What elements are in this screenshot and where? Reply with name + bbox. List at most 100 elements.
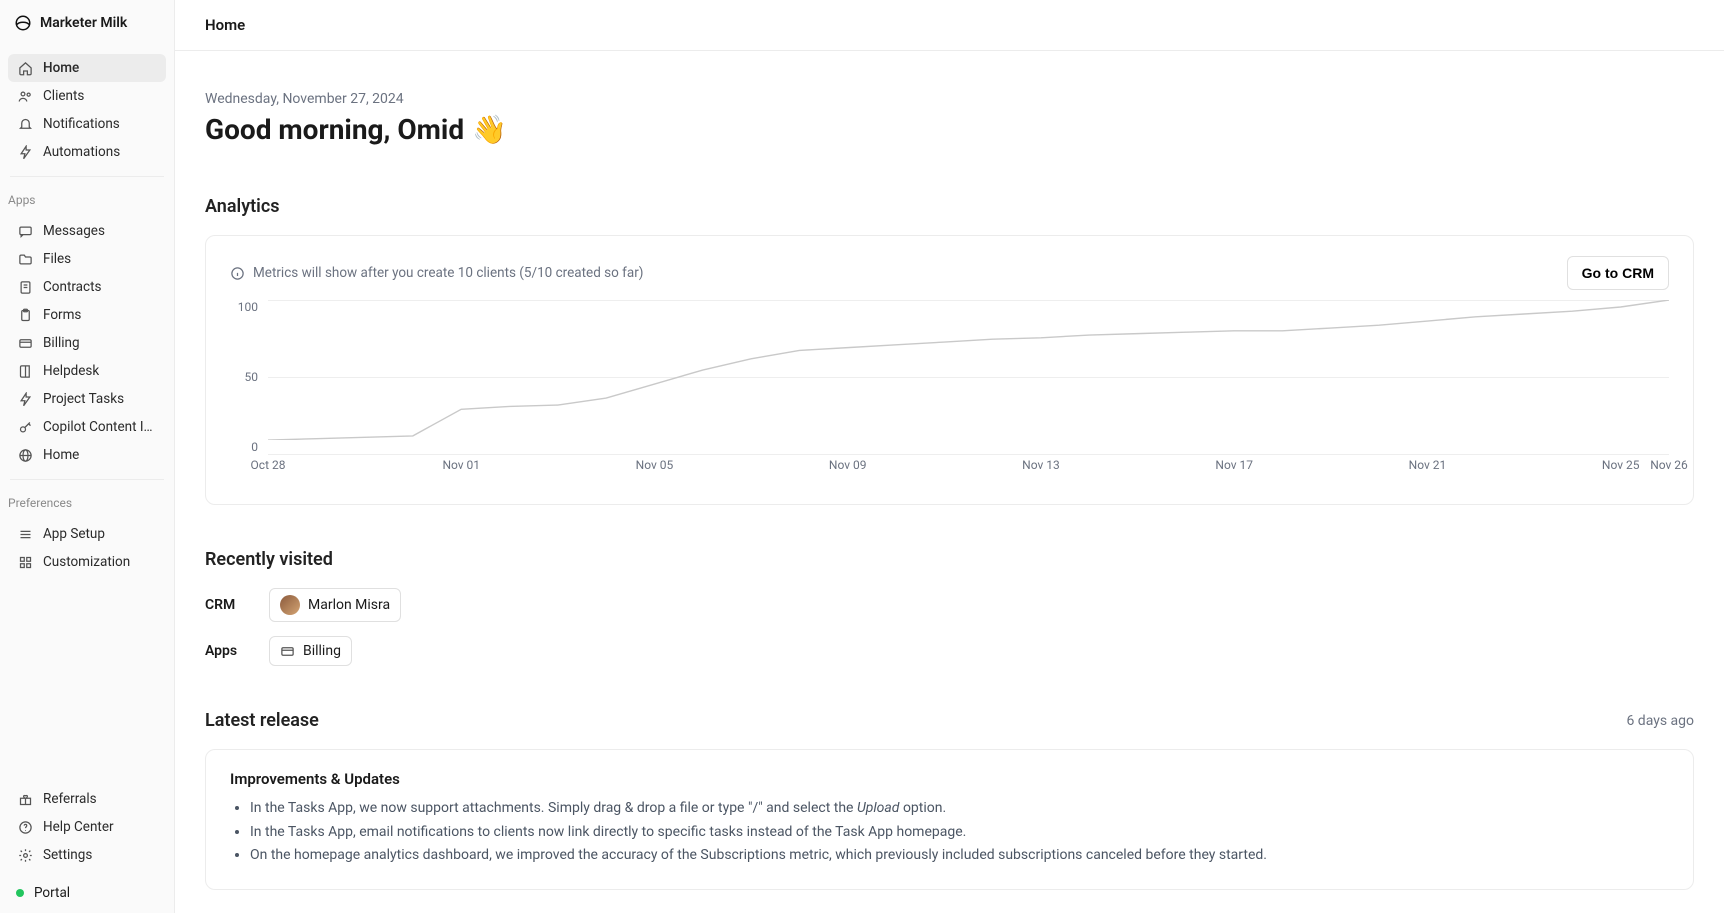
sidebar: Marketer Milk Home Clients Notifications Au…: [0, 0, 175, 913]
analytics-info-text: Metrics will show after you create 10 cl…: [253, 265, 643, 281]
chart-xtick: Nov 01: [442, 458, 480, 472]
list-icon: [18, 527, 33, 542]
date-text: Wednesday, November 27, 2024: [205, 91, 1694, 107]
chart-gridline: [268, 454, 1669, 455]
sidebar-item-prefs-0[interactable]: App Setup: [8, 520, 166, 548]
sidebar-item-label: Forms: [43, 307, 81, 323]
chart-xtick: Oct 28: [251, 458, 286, 472]
sidebar-item-main-3[interactable]: Automations: [8, 138, 166, 166]
release-bullet: In the Tasks App, email notifications to…: [250, 822, 1669, 844]
brand-logo-icon: [14, 14, 32, 32]
help-icon: [18, 820, 33, 835]
analytics-title: Analytics: [205, 196, 1694, 217]
chart-xtick: Nov 17: [1215, 458, 1253, 472]
greeting-text: Good morning, Omid: [205, 113, 464, 146]
main: Home Wednesday, November 27, 2024 Good m…: [175, 0, 1724, 913]
recently-apps-label: Apps: [205, 643, 249, 659]
sidebar-item-prefs-1[interactable]: Customization: [8, 548, 166, 576]
release-heading: Improvements & Updates: [230, 770, 1669, 788]
recently-crm-label: CRM: [205, 597, 249, 613]
sidebar-item-label: Copilot Content Ideat...: [43, 419, 156, 435]
release-header: Latest release 6 days ago: [205, 710, 1694, 731]
sidebar-item-apps-1[interactable]: Files: [8, 245, 166, 273]
topbar: Home: [175, 0, 1724, 51]
release-title: Latest release: [205, 710, 319, 731]
sidebar-item-label: Home: [43, 60, 79, 76]
recently-crm-row: CRM Marlon Misra: [205, 588, 1694, 622]
card-icon: [280, 644, 295, 659]
sidebar-item-apps-6[interactable]: Project Tasks: [8, 385, 166, 413]
sidebar-item-label: Automations: [43, 144, 120, 160]
sidebar-item-label: Contracts: [43, 279, 101, 295]
release-ago: 6 days ago: [1626, 713, 1694, 729]
chart-ytick: 50: [230, 370, 258, 384]
sidebar-item-main-0[interactable]: Home: [8, 54, 166, 82]
sidebar-item-apps-8[interactable]: Home: [8, 441, 166, 469]
chart-ytick: 0: [230, 440, 258, 454]
nav-footer: Referrals Help Center Settings: [0, 781, 174, 873]
nav-apps-label: Apps: [0, 183, 174, 213]
sidebar-item-footer-0[interactable]: Referrals: [8, 785, 166, 813]
release-list: In the Tasks App, we now support attachm…: [230, 798, 1669, 867]
release-bullet: On the homepage analytics dashboard, we …: [250, 845, 1669, 867]
chart-xtick: Nov 05: [636, 458, 674, 472]
sidebar-item-label: Messages: [43, 223, 105, 239]
key-icon: [18, 420, 33, 435]
greeting: Good morning, Omid 👋: [205, 113, 1694, 146]
sidebar-item-footer-2[interactable]: Settings: [8, 841, 166, 869]
go-to-crm-button[interactable]: Go to CRM: [1567, 256, 1669, 290]
sidebar-item-label: Referrals: [43, 791, 97, 807]
sidebar-item-main-1[interactable]: Clients: [8, 82, 166, 110]
gear-icon: [18, 848, 33, 863]
bolt-icon: [18, 145, 33, 160]
bolt-icon: [18, 392, 33, 407]
sidebar-item-apps-3[interactable]: Forms: [8, 301, 166, 329]
sidebar-item-apps-2[interactable]: Contracts: [8, 273, 166, 301]
card-icon: [18, 336, 33, 351]
brand-name: Marketer Milk: [40, 15, 127, 31]
chart-line: [268, 300, 1669, 440]
users-icon: [18, 89, 33, 104]
sidebar-item-label: Clients: [43, 88, 84, 104]
info-icon: [230, 266, 245, 281]
nav-prefs-label: Preferences: [0, 486, 174, 516]
sidebar-item-label: Project Tasks: [43, 391, 124, 407]
book-icon: [18, 364, 33, 379]
sidebar-item-label: Customization: [43, 554, 130, 570]
sidebar-item-label: Settings: [43, 847, 92, 863]
divider: [10, 479, 164, 480]
release-card: Improvements & Updates In the Tasks App,…: [205, 749, 1694, 890]
recently-crm-chip[interactable]: Marlon Misra: [269, 588, 401, 622]
sidebar-item-main-2[interactable]: Notifications: [8, 110, 166, 138]
contract-icon: [18, 280, 33, 295]
gift-icon: [18, 792, 33, 807]
sidebar-item-apps-4[interactable]: Billing: [8, 329, 166, 357]
release-bullet: In the Tasks App, we now support attachm…: [250, 798, 1669, 820]
chart-xtick: Nov 09: [829, 458, 867, 472]
sidebar-item-footer-1[interactable]: Help Center: [8, 813, 166, 841]
nav-main: Home Clients Notifications Automations: [0, 50, 174, 170]
sidebar-item-label: Helpdesk: [43, 363, 99, 379]
sidebar-item-label: Files: [43, 251, 71, 267]
nav-prefs: App Setup Customization: [0, 516, 174, 580]
sidebar-item-label: Notifications: [43, 116, 120, 132]
sidebar-item-apps-0[interactable]: Messages: [8, 217, 166, 245]
recently-title: Recently visited: [205, 549, 1694, 570]
clipboard-icon: [18, 308, 33, 323]
analytics-chart: 100500 Oct 28Nov 01Nov 05Nov 09Nov 13Nov…: [230, 300, 1669, 480]
sidebar-item-label: Home: [43, 447, 79, 463]
sidebar-item-apps-7[interactable]: Copilot Content Ideat...: [8, 413, 166, 441]
portal-status[interactable]: Portal: [0, 873, 174, 913]
recently-apps-chip-text: Billing: [303, 643, 341, 659]
recently-apps-chip[interactable]: Billing: [269, 636, 352, 666]
folder-icon: [18, 252, 33, 267]
sidebar-item-apps-5[interactable]: Helpdesk: [8, 357, 166, 385]
brand[interactable]: Marketer Milk: [0, 0, 174, 50]
divider: [10, 176, 164, 177]
analytics-info: Metrics will show after you create 10 cl…: [230, 265, 643, 281]
page-title: Home: [205, 16, 245, 34]
nav-apps: Messages Files Contracts Forms Billing Helpde…: [0, 213, 174, 473]
chart-xtick: Nov 21: [1409, 458, 1447, 472]
portal-label: Portal: [34, 885, 70, 901]
globe-icon: [18, 448, 33, 463]
